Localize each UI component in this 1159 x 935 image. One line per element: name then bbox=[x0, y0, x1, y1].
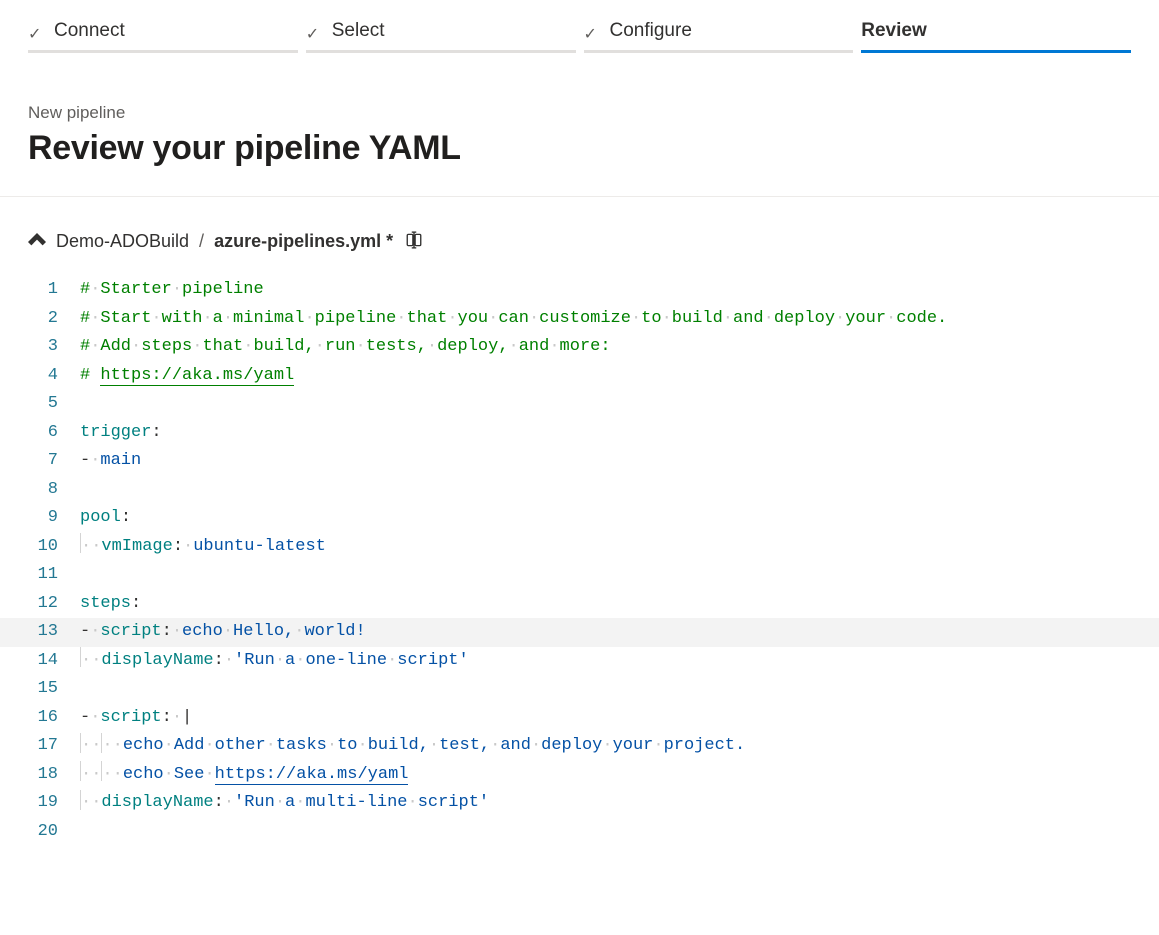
line-number: 3 bbox=[0, 333, 80, 362]
check-icon bbox=[584, 23, 600, 39]
line-content[interactable]: ··vmImage:·ubuntu-latest bbox=[80, 533, 1159, 562]
line-number: 14 bbox=[0, 647, 80, 676]
step-label: Configure bbox=[610, 20, 692, 42]
line-number: 7 bbox=[0, 447, 80, 476]
line-content[interactable]: ····echo·Add·other·tasks·to·build,·test,… bbox=[80, 732, 1159, 761]
line-content[interactable] bbox=[80, 818, 1159, 847]
editor-line[interactable]: 16-·script:·| bbox=[0, 704, 1159, 733]
line-number: 15 bbox=[0, 675, 80, 704]
line-content[interactable] bbox=[80, 390, 1159, 419]
line-content[interactable]: pool: bbox=[80, 504, 1159, 533]
line-number: 4 bbox=[0, 362, 80, 391]
editor-line[interactable]: 1#·Starter·pipeline bbox=[0, 276, 1159, 305]
step-progress-bar bbox=[584, 50, 854, 53]
editor-line[interactable]: 13-·script:·echo·Hello,·world! bbox=[0, 618, 1159, 647]
step-configure[interactable]: Configure bbox=[584, 20, 854, 53]
breadcrumb: New pipeline bbox=[28, 103, 1131, 123]
line-content[interactable]: steps: bbox=[80, 590, 1159, 619]
line-content[interactable]: # https://aka.ms/yaml bbox=[80, 362, 1159, 391]
rename-icon bbox=[405, 231, 423, 249]
line-content[interactable]: ····echo·See·https://aka.ms/yaml bbox=[80, 761, 1159, 790]
yaml-editor[interactable]: 1#·Starter·pipeline2#·Start·with·a·minim… bbox=[0, 270, 1159, 886]
path-separator: / bbox=[199, 231, 204, 252]
editor-line[interactable]: 3#·Add·steps·that·build,·run·tests,·depl… bbox=[0, 333, 1159, 362]
line-content[interactable]: #·Add·steps·that·build,·run·tests,·deplo… bbox=[80, 333, 1159, 362]
line-number: 17 bbox=[0, 732, 80, 761]
page-header: New pipeline Review your pipeline YAML bbox=[0, 53, 1159, 197]
editor-line[interactable]: 4# https://aka.ms/yaml bbox=[0, 362, 1159, 391]
editor-line[interactable]: 15 bbox=[0, 675, 1159, 704]
line-content[interactable]: -·script:·| bbox=[80, 704, 1159, 733]
line-content[interactable]: ··displayName:·'Run·a·one-line·script' bbox=[80, 647, 1159, 676]
check-icon bbox=[306, 23, 322, 39]
line-number: 5 bbox=[0, 390, 80, 419]
step-progress-bar bbox=[306, 50, 576, 53]
line-number: 6 bbox=[0, 419, 80, 448]
line-number: 8 bbox=[0, 476, 80, 505]
step-label: Select bbox=[332, 20, 385, 42]
step-review[interactable]: Review bbox=[861, 20, 1131, 53]
editor-line[interactable]: 5 bbox=[0, 390, 1159, 419]
editor-line[interactable]: 17····echo·Add·other·tasks·to·build,·tes… bbox=[0, 732, 1159, 761]
file-path-bar: Demo-ADOBuild / azure-pipelines.yml * bbox=[0, 197, 1159, 270]
line-content[interactable]: trigger: bbox=[80, 419, 1159, 448]
line-number: 20 bbox=[0, 818, 80, 847]
step-progress-bar bbox=[861, 50, 1131, 53]
step-connect[interactable]: Connect bbox=[28, 20, 298, 53]
editor-line[interactable]: 10··vmImage:·ubuntu-latest bbox=[0, 533, 1159, 562]
editor-line[interactable]: 11 bbox=[0, 561, 1159, 590]
check-icon bbox=[28, 23, 44, 39]
repo-name: Demo-ADOBuild bbox=[56, 231, 189, 252]
step-label: Review bbox=[861, 20, 926, 42]
line-content[interactable] bbox=[80, 675, 1159, 704]
editor-line[interactable]: 18····echo·See·https://aka.ms/yaml bbox=[0, 761, 1159, 790]
editor-line[interactable]: 7-·main bbox=[0, 447, 1159, 476]
line-content[interactable]: #·Starter·pipeline bbox=[80, 276, 1159, 305]
rename-button[interactable] bbox=[403, 229, 425, 254]
editor-line[interactable]: 6trigger: bbox=[0, 419, 1159, 448]
editor-line[interactable]: 20 bbox=[0, 818, 1159, 847]
page-title: Review your pipeline YAML bbox=[28, 129, 1131, 168]
line-content[interactable]: -·main bbox=[80, 447, 1159, 476]
file-name: azure-pipelines.yml * bbox=[214, 231, 393, 252]
line-number: 12 bbox=[0, 590, 80, 619]
line-number: 11 bbox=[0, 561, 80, 590]
editor-line[interactable]: 19··displayName:·'Run·a·multi-line·scrip… bbox=[0, 789, 1159, 818]
line-content[interactable]: -·script:·echo·Hello,·world! bbox=[80, 618, 1159, 647]
repo-icon bbox=[28, 233, 46, 251]
line-content[interactable] bbox=[80, 561, 1159, 590]
step-select[interactable]: Select bbox=[306, 20, 576, 53]
wizard-stepper: Connect Select Configure Review bbox=[0, 0, 1159, 53]
line-number: 16 bbox=[0, 704, 80, 733]
line-number: 13 bbox=[0, 618, 80, 647]
line-number: 1 bbox=[0, 276, 80, 305]
line-content[interactable]: #·Start·with·a·minimal·pipeline·that·you… bbox=[80, 305, 1159, 334]
editor-line[interactable]: 8 bbox=[0, 476, 1159, 505]
editor-line[interactable]: 9pool: bbox=[0, 504, 1159, 533]
line-content[interactable]: ··displayName:·'Run·a·multi-line·script' bbox=[80, 789, 1159, 818]
editor-line[interactable]: 2#·Start·with·a·minimal·pipeline·that·yo… bbox=[0, 305, 1159, 334]
line-number: 18 bbox=[0, 761, 80, 790]
step-label: Connect bbox=[54, 20, 125, 42]
editor-line[interactable]: 12steps: bbox=[0, 590, 1159, 619]
line-number: 10 bbox=[0, 533, 80, 562]
line-number: 19 bbox=[0, 789, 80, 818]
step-progress-bar bbox=[28, 50, 298, 53]
line-content[interactable] bbox=[80, 476, 1159, 505]
line-number: 9 bbox=[0, 504, 80, 533]
line-number: 2 bbox=[0, 305, 80, 334]
editor-line[interactable]: 14··displayName:·'Run·a·one-line·script' bbox=[0, 647, 1159, 676]
